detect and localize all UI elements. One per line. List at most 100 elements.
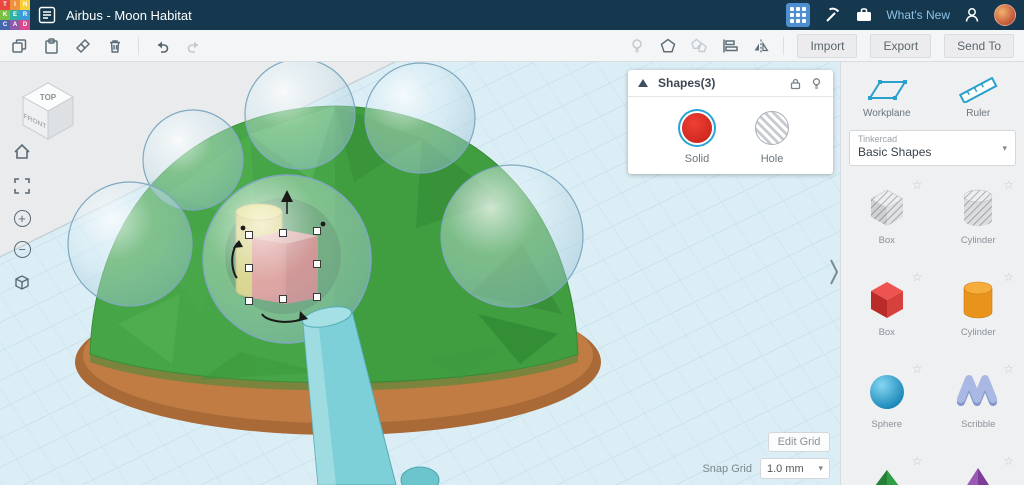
shape-library-grid: ☆ Box ☆ Cylinder ☆ Box ☆ Cylinder ☆ Sphe… [841, 178, 1024, 485]
shape-label: Scribble [961, 419, 996, 430]
snap-grid-label: Snap Grid [702, 462, 752, 475]
toolbar-separator [138, 36, 139, 55]
cylinder-icon [963, 281, 993, 319]
favorite-star-icon[interactable]: ☆ [1003, 362, 1014, 376]
favorite-star-icon[interactable]: ☆ [912, 270, 923, 284]
shape-tile-hole-box[interactable]: ☆ Box [841, 178, 933, 266]
favorite-star-icon[interactable]: ☆ [1003, 454, 1014, 468]
snap-grid-value: 1.0 mm [767, 462, 804, 475]
logo-tile: I [10, 0, 20, 10]
copy-icon[interactable] [10, 37, 28, 55]
shape-tile-hole-cylinder[interactable]: ☆ Cylinder [933, 178, 1024, 266]
favorite-star-icon[interactable]: ☆ [1003, 178, 1014, 192]
ruler-tool[interactable]: Ruler [933, 70, 1024, 126]
tinkercad-logo[interactable]: T I N K E R C A D [0, 0, 30, 30]
shape-label: Box [878, 235, 895, 246]
header: T I N K E R C A D Airbus - Moon Habitat … [0, 0, 1024, 30]
toolbar: Import Export Send To [0, 30, 1024, 62]
mirror-icon[interactable] [752, 37, 770, 55]
shape-tile-pyramid[interactable]: ☆ [933, 454, 1024, 485]
whats-new-link[interactable]: What's New [886, 8, 950, 22]
favorite-star-icon[interactable]: ☆ [912, 178, 923, 192]
shape-category-dropdown[interactable]: Tinkercad Basic Shapes ▾ [849, 130, 1016, 166]
logo-tile: E [10, 10, 20, 20]
object-tools: Import Export Send To [628, 33, 1024, 58]
shape-tile-cylinder[interactable]: ☆ Cylinder [933, 270, 1024, 358]
snap-grid-control: Snap Grid 1.0 mm ▾ [702, 458, 830, 479]
workplane-tool[interactable]: Workplane [841, 70, 933, 126]
inspector-body: Solid Hole [628, 97, 833, 174]
favorite-star-icon[interactable]: ☆ [1003, 270, 1014, 284]
duplicate-icon[interactable] [74, 37, 92, 55]
hole-swatch[interactable] [755, 111, 789, 145]
pickaxe-icon[interactable] [822, 5, 842, 25]
designs-list-icon[interactable] [38, 6, 56, 24]
redo-icon[interactable] [185, 37, 203, 55]
design-title[interactable]: Airbus - Moon Habitat [66, 8, 192, 23]
category-eyebrow: Tinkercad [858, 134, 898, 144]
sphere-icon [869, 375, 904, 409]
solid-option[interactable]: Solid [678, 109, 716, 165]
edit-tools [0, 36, 203, 55]
paste-icon[interactable] [42, 37, 60, 55]
fit-view-icon[interactable] [12, 176, 32, 196]
panel-tools: Workplane Ruler [841, 70, 1024, 126]
undo-icon[interactable] [153, 37, 171, 55]
category-value: Basic Shapes [858, 145, 932, 159]
box-icon [870, 282, 903, 318]
logo-tile: D [20, 20, 30, 30]
show-all-icon[interactable] [628, 37, 646, 55]
perspective-toggle-icon[interactable] [12, 272, 32, 292]
shapes-panel: Workplane Ruler Tinkercad Basic Shapes ▾ [840, 62, 1024, 485]
toolbar-separator [783, 36, 785, 55]
shape-tile-roof[interactable]: ☆ [841, 454, 933, 485]
ungroup-icon[interactable] [690, 37, 708, 55]
zoom-in-icon[interactable]: + [13, 210, 31, 227]
solid-swatch[interactable] [682, 113, 712, 143]
workplane-label: Workplane [862, 108, 911, 119]
shape-tile-box[interactable]: ☆ Box [841, 270, 933, 358]
snap-grid-select[interactable]: 1.0 mm ▾ [760, 458, 830, 479]
favorite-star-icon[interactable]: ☆ [912, 362, 923, 376]
export-button[interactable]: Export [870, 33, 932, 58]
logo-tile: R [20, 10, 30, 20]
align-icon[interactable] [721, 37, 739, 55]
shape-inspector: Shapes(3) Solid Hole [628, 70, 833, 174]
shape-label: Sphere [871, 419, 903, 430]
logo-tile: A [10, 20, 20, 30]
hole-box-icon [870, 189, 904, 226]
edit-grid-button[interactable]: Edit Grid [768, 432, 830, 452]
send-to-button[interactable]: Send To [944, 33, 1014, 58]
lock-icon[interactable] [789, 77, 802, 90]
shape-tile-sphere[interactable]: ☆ Sphere [841, 362, 933, 450]
toolbox-icon[interactable] [854, 5, 874, 25]
view-tools: + − [10, 142, 34, 292]
shape-tile-scribble[interactable]: ☆ Scribble [933, 362, 1024, 450]
group-icon[interactable] [659, 37, 677, 55]
header-actions: What's New [786, 3, 1024, 27]
view-cube[interactable]: TOP FRONT [12, 70, 84, 142]
shape-label: Cylinder [960, 235, 996, 246]
inspector-title: Shapes(3) [658, 76, 716, 90]
home-view-icon[interactable] [12, 142, 32, 162]
hole-option[interactable]: Hole [753, 109, 791, 165]
favorite-star-icon[interactable]: ☆ [912, 454, 923, 468]
shape-label: Cylinder [960, 327, 996, 338]
chevron-down-icon: ▾ [1002, 143, 1007, 153]
panel-collapse-chevron[interactable] [828, 258, 840, 286]
tinkercad-app: T I N K E R C A D Airbus - Moon Habitat … [0, 0, 1024, 485]
ruler-label: Ruler [966, 108, 991, 119]
viewcube-top-label: TOP [40, 93, 57, 102]
logo-tile: N [20, 0, 30, 10]
delete-icon[interactable] [106, 37, 124, 55]
zoom-out-icon[interactable]: − [13, 241, 31, 258]
shape-label: Box [878, 327, 895, 338]
user-avatar[interactable] [994, 4, 1016, 26]
apps-grid-icon[interactable] [786, 3, 811, 27]
import-button[interactable]: Import [797, 33, 858, 58]
collapse-inspector-icon[interactable] [638, 79, 648, 87]
account-icon[interactable] [962, 5, 982, 25]
chevron-down-icon: ▾ [818, 463, 823, 473]
lightbulb-icon[interactable] [810, 77, 823, 90]
logo-tile: T [0, 0, 10, 10]
